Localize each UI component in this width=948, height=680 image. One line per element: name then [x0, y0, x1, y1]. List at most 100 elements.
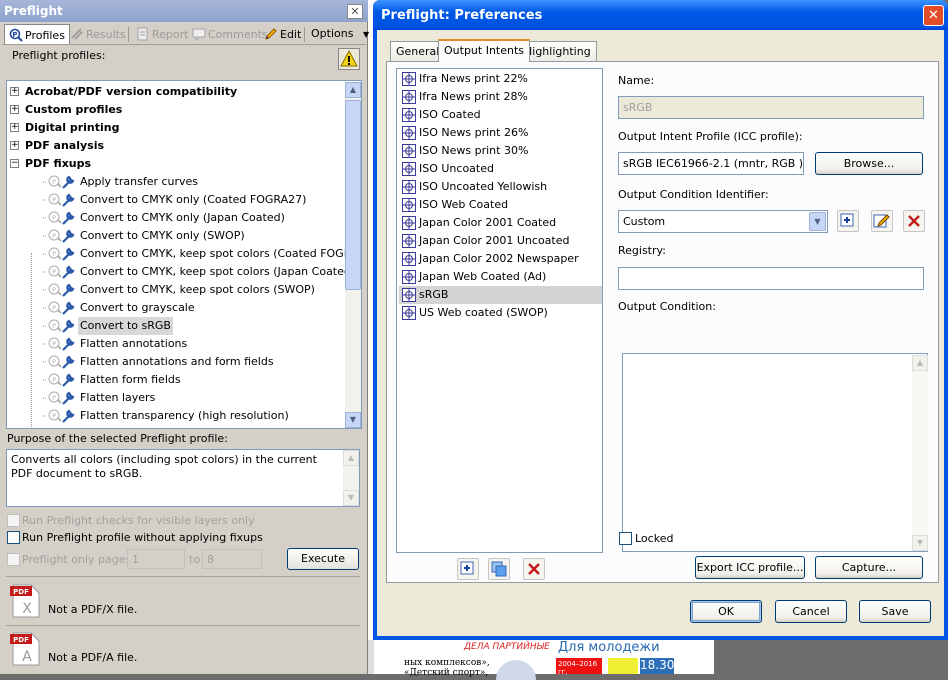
- delete-condition-button[interactable]: [903, 210, 925, 232]
- tree-fixup-item[interactable]: P Flatten annotations: [7, 335, 347, 353]
- export-icc-button[interactable]: Export ICC profile...: [695, 556, 805, 579]
- only-pages-checkbox[interactable]: [7, 553, 20, 566]
- scroll-up-button[interactable]: ▲: [343, 450, 359, 466]
- add-intent-button[interactable]: [457, 558, 479, 580]
- tree-fixup-item[interactable]: P Convert to CMYK only (Japan Coated): [7, 209, 347, 227]
- output-intent-item[interactable]: Japan Color 2001 Uncoated: [399, 232, 602, 250]
- tree-fixup-item[interactable]: P Flatten form fields: [7, 371, 347, 389]
- tree-group-label: PDF analysis: [25, 139, 105, 152]
- duplicate-intent-button[interactable]: [488, 558, 510, 580]
- tab-comments-label: Comments: [208, 28, 268, 41]
- condition-scrollbar[interactable]: ▲ ▼: [912, 355, 928, 551]
- chevron-down-icon[interactable]: ▼: [809, 212, 826, 231]
- svg-text:P: P: [12, 31, 17, 39]
- output-intent-item[interactable]: ISO Uncoated Yellowish: [399, 178, 602, 196]
- tree-fixup-item[interactable]: P Convert to CMYK only (Coated FOGRA27): [7, 191, 347, 209]
- without-fixups-checkbox[interactable]: [7, 531, 20, 544]
- tab-report[interactable]: Report: [132, 24, 192, 44]
- tree-fixup-item[interactable]: P Flatten annotations and form fields: [7, 353, 347, 371]
- svg-text:P: P: [52, 341, 56, 348]
- tab-profiles-label: Profiles: [25, 29, 65, 42]
- scroll-up-button[interactable]: ▲: [345, 82, 361, 98]
- svg-text:P: P: [52, 233, 56, 240]
- tree-fixup-item[interactable]: P Convert to CMYK, keep spot colors (Coat…: [7, 245, 361, 263]
- delete-intent-button[interactable]: [523, 558, 545, 580]
- ok-button[interactable]: OK: [690, 600, 762, 623]
- tree-group-label: Acrobat/PDF version compatibility: [25, 85, 238, 98]
- svg-text:P: P: [52, 413, 56, 420]
- tree-fixup-item[interactable]: P Convert to sRGB: [7, 317, 347, 335]
- cancel-button[interactable]: Cancel: [775, 600, 847, 623]
- tree-fixup-item[interactable]: P Convert to CMYK, keep spot colors (Japa…: [7, 263, 355, 281]
- output-intent-item[interactable]: Japan Color 2002 Newspaper: [399, 250, 602, 268]
- tree-fixup-item[interactable]: P Convert to CMYK, keep spot colors (SWOP…: [7, 281, 347, 299]
- tree-fixup-item[interactable]: P Convert to grayscale: [7, 299, 347, 317]
- color-profile-icon: [402, 252, 416, 266]
- output-intent-item[interactable]: Ifra News print 22%: [399, 70, 602, 88]
- page-to-field[interactable]: 8: [202, 549, 262, 569]
- doc-heading: ДЕЛА ПАРТИЙНЫЕ: [464, 642, 550, 652]
- scroll-thumb[interactable]: [345, 100, 361, 290]
- pdfa-icon: PDF A: [10, 632, 40, 666]
- output-intent-item[interactable]: ISO News print 26%: [399, 124, 602, 142]
- expand-icon[interactable]: +: [10, 87, 19, 96]
- scroll-down-button[interactable]: ▼: [345, 412, 361, 428]
- visible-layers-checkbox[interactable]: [7, 514, 20, 527]
- pdfx-icon: PDF X: [10, 584, 40, 618]
- doc-red-box: 2004–2016 гг.: [556, 658, 602, 676]
- output-intent-item[interactable]: Ifra News print 28%: [399, 88, 602, 106]
- tab-results[interactable]: Results: [66, 24, 130, 44]
- name-field[interactable]: sRGB: [618, 96, 924, 119]
- output-intent-label: ISO Web Coated: [419, 198, 509, 211]
- scroll-up-button[interactable]: ▲: [912, 355, 928, 371]
- preflight-panel: Preflight ✕ P Profiles Results Report Com…: [0, 0, 369, 674]
- preflight-close-button[interactable]: ✕: [347, 4, 363, 19]
- output-intent-item[interactable]: Japan Color 2001 Coated: [399, 214, 602, 232]
- collapse-icon[interactable]: −: [10, 159, 19, 168]
- tab-edit[interactable]: Edit: [260, 24, 305, 44]
- execute-button[interactable]: Execute: [287, 548, 359, 570]
- dialog-close-button[interactable]: ✕: [923, 5, 944, 26]
- expand-icon[interactable]: +: [10, 105, 19, 114]
- output-intent-item[interactable]: US Web coated (SWOP): [399, 304, 602, 322]
- svg-text:P: P: [52, 395, 56, 402]
- svg-text:P: P: [52, 179, 56, 186]
- output-intent-item[interactable]: ISO Coated: [399, 106, 602, 124]
- output-intent-item[interactable]: ISO News print 30%: [399, 142, 602, 160]
- edit-condition-button[interactable]: [871, 210, 893, 232]
- condition-id-select[interactable]: Custom ▼: [618, 210, 828, 233]
- svg-text:P: P: [52, 197, 56, 204]
- icc-profile-field[interactable]: sRGB IEC61966-2.1 (mntr, RGB ): [618, 152, 804, 175]
- page-from-field[interactable]: 1: [127, 549, 185, 569]
- output-intent-item[interactable]: Japan Web Coated (Ad): [399, 268, 602, 286]
- expand-icon[interactable]: +: [10, 123, 19, 132]
- tree-scrollbar[interactable]: ▲ ▼: [345, 82, 361, 428]
- output-intent-item[interactable]: ISO Uncoated: [399, 160, 602, 178]
- tree-fixup-item[interactable]: P Convert to CMYK only (SWOP): [7, 227, 347, 245]
- locked-checkbox[interactable]: [619, 532, 632, 545]
- profiles-label: Preflight profiles:: [12, 49, 106, 62]
- registry-field[interactable]: [618, 267, 924, 290]
- output-intent-item[interactable]: ISO Web Coated: [399, 196, 602, 214]
- warning-button[interactable]: [338, 48, 360, 70]
- purpose-description: Converts all colors (including spot colo…: [11, 453, 317, 480]
- tree-fixup-item[interactable]: P Flatten transparency (high resolution): [7, 407, 347, 425]
- scroll-down-button[interactable]: ▼: [912, 535, 928, 551]
- scroll-down-button[interactable]: ▼: [343, 490, 359, 506]
- color-profile-icon: [402, 108, 416, 122]
- expand-icon[interactable]: +: [10, 141, 19, 150]
- purpose-scrollbar[interactable]: ▲ ▼: [343, 450, 359, 506]
- save-button[interactable]: Save: [859, 600, 931, 623]
- options-menu[interactable]: Options ▼: [307, 24, 373, 44]
- browse-button[interactable]: Browse...: [815, 152, 923, 175]
- capture-button[interactable]: Capture...: [815, 556, 923, 579]
- add-condition-button[interactable]: [837, 210, 859, 232]
- icc-profile-label: Output Intent Profile (ICC profile):: [618, 130, 803, 143]
- tree-fixup-item[interactable]: P Flatten layers: [7, 389, 347, 407]
- tab-profiles[interactable]: P Profiles: [4, 24, 70, 44]
- tab-output-intents[interactable]: Output Intents: [438, 39, 531, 62]
- doc-yellow-box: [608, 658, 638, 674]
- output-intent-item[interactable]: sRGB: [399, 286, 602, 304]
- tree-fixup-item[interactable]: P Apply transfer curves: [7, 173, 347, 191]
- condition-textarea[interactable]: ▲ ▼: [622, 353, 928, 552]
